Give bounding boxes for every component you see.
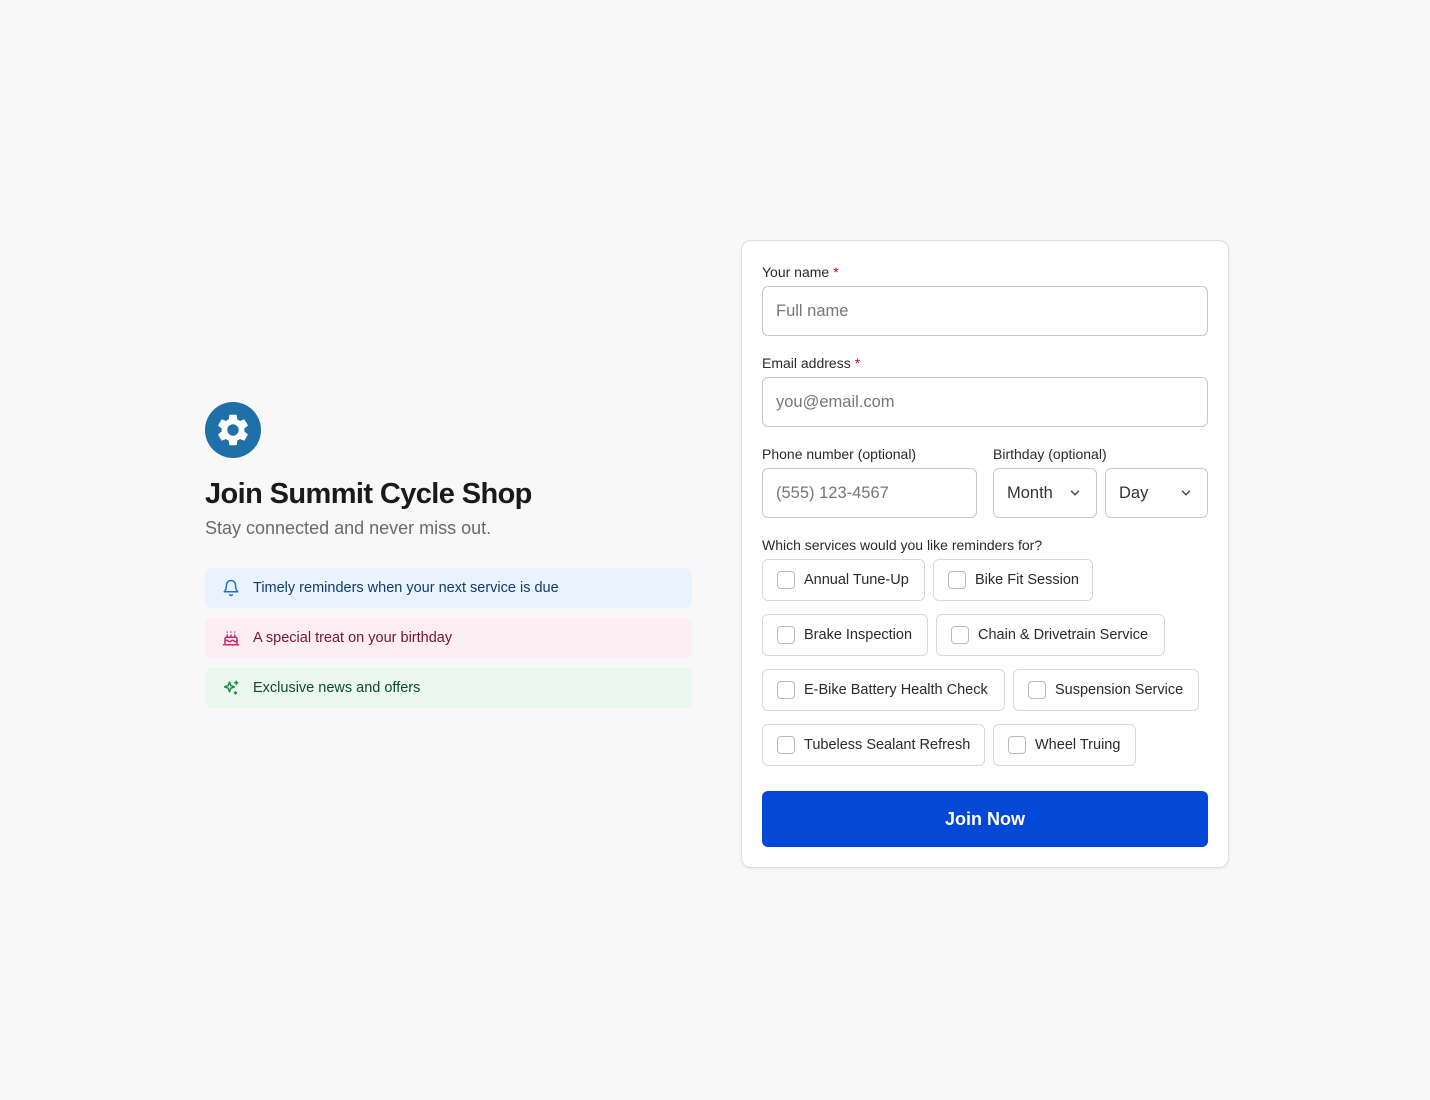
birthday-day-value: Day xyxy=(1119,483,1149,502)
service-option-ebike-battery[interactable]: E-Bike Battery Health Check xyxy=(762,669,1005,711)
page-subtitle: Stay connected and never miss out. xyxy=(205,518,492,538)
service-option-annual-tune-up[interactable]: Annual Tune-Up xyxy=(762,559,925,601)
email-label: Email address * xyxy=(762,354,860,372)
perk-item-offers: Exclusive news and offers xyxy=(205,668,692,708)
birthday-month-value: Month xyxy=(1007,483,1053,502)
service-option-chain-drivetrain[interactable]: Chain & Drivetrain Service xyxy=(936,614,1165,656)
perk-text: Exclusive news and offers xyxy=(253,680,421,696)
perk-text: A special treat on your birthday xyxy=(253,630,453,646)
gear-icon xyxy=(205,402,261,458)
service-option-label: Wheel Truing xyxy=(1035,737,1121,753)
checkbox[interactable] xyxy=(777,626,795,644)
cake-icon xyxy=(221,628,241,648)
name-label: Your name * xyxy=(762,263,839,281)
required-marker: * xyxy=(833,264,839,280)
phone-input[interactable] xyxy=(762,468,977,518)
perks-list: Timely reminders when your next service … xyxy=(205,568,692,708)
checkbox[interactable] xyxy=(1008,736,1026,754)
service-option-label: Brake Inspection xyxy=(804,627,913,643)
required-marker: * xyxy=(854,355,861,371)
service-option-label: Annual Tune-Up xyxy=(804,572,909,588)
sparkles-icon xyxy=(221,678,241,698)
service-option-bike-fit[interactable]: Bike Fit Session xyxy=(933,559,1093,601)
service-option-label: E-Bike Battery Health Check xyxy=(804,682,988,698)
bell-icon xyxy=(221,578,241,598)
checkbox[interactable] xyxy=(948,571,966,589)
services-label: Which services would you like reminders … xyxy=(762,537,1043,553)
checkbox[interactable] xyxy=(951,626,969,644)
service-option-wheel-truing[interactable]: Wheel Truing xyxy=(993,724,1136,766)
service-option-brake-inspection[interactable]: Brake Inspection xyxy=(762,614,928,656)
page-title: Join Summit Cycle Shop xyxy=(205,478,532,510)
service-option-label: Suspension Service xyxy=(1055,682,1184,698)
checkbox[interactable] xyxy=(777,571,795,589)
chevron-down-icon xyxy=(1068,486,1082,500)
birthday-day-select[interactable]: Day xyxy=(1105,468,1208,518)
email-input[interactable] xyxy=(762,377,1208,427)
signup-form: Your name* Email address* Phone number (… xyxy=(741,240,1229,868)
phone-label: Phone number (optional) xyxy=(762,446,917,462)
checkbox[interactable] xyxy=(1028,681,1046,699)
intro-panel: Join Summit Cycle Shop Stay connected an… xyxy=(205,402,692,718)
perk-item-birthday: A special treat on your birthday xyxy=(205,618,692,658)
perk-text: Timely reminders when your next service … xyxy=(253,580,559,596)
service-option-label: Chain & Drivetrain Service xyxy=(978,627,1149,643)
birthday-month-select[interactable]: Month xyxy=(993,468,1097,518)
join-now-button[interactable]: Join Now xyxy=(762,791,1208,847)
service-option-label: Tubeless Sealant Refresh xyxy=(804,737,971,753)
checkbox[interactable] xyxy=(777,736,795,754)
service-option-suspension[interactable]: Suspension Service xyxy=(1013,669,1199,711)
perk-item-reminders: Timely reminders when your next service … xyxy=(205,568,692,608)
chevron-down-icon xyxy=(1179,486,1193,500)
email-label-text: Email address xyxy=(762,355,851,371)
birthday-label: Birthday (optional) xyxy=(993,446,1107,462)
name-input[interactable] xyxy=(762,286,1208,336)
name-label-text: Your name xyxy=(762,264,830,280)
service-option-tubeless-sealant[interactable]: Tubeless Sealant Refresh xyxy=(762,724,985,766)
checkbox[interactable] xyxy=(777,681,795,699)
service-option-label: Bike Fit Session xyxy=(975,572,1079,588)
